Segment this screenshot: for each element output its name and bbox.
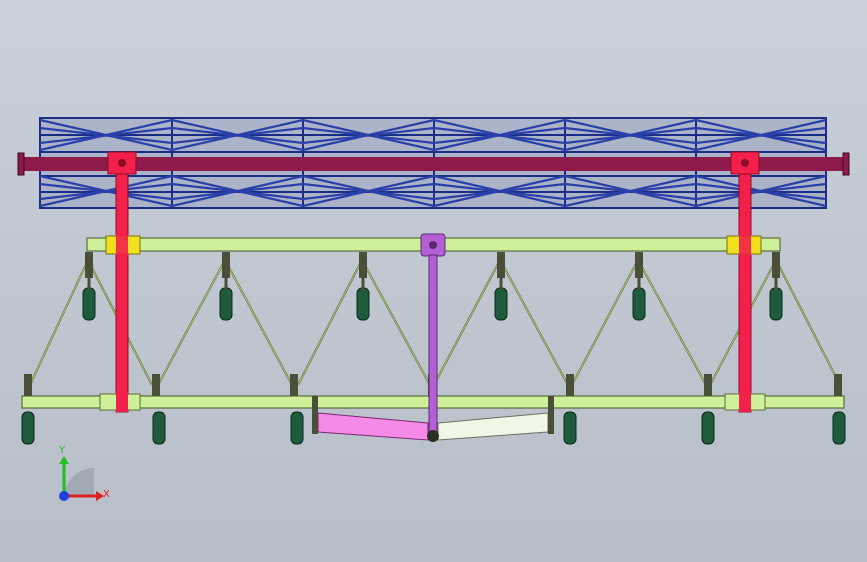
right-bearing-bolt	[741, 159, 749, 167]
drawbar-center-pin	[427, 430, 439, 442]
triad-plane	[64, 467, 94, 496]
lower-tine-4[interactable]	[563, 411, 577, 445]
axis-y-arrow	[59, 456, 69, 464]
upper-tine-4[interactable]	[494, 252, 508, 321]
drawbar-right-hinge	[548, 396, 554, 434]
upper-tine-5[interactable]	[632, 252, 646, 321]
lower-tine-3[interactable]	[290, 411, 304, 445]
roller-shaft-bar	[22, 157, 844, 171]
right-post[interactable]	[738, 159, 752, 413]
left-post-through	[116, 234, 128, 256]
right-post-foot	[739, 392, 751, 412]
drawbar-left-hinge	[312, 396, 318, 434]
left-bearing-bolt	[118, 159, 126, 167]
shaft-end-right	[842, 152, 850, 176]
left-post[interactable]	[115, 159, 129, 413]
left-post-foot	[116, 392, 128, 412]
axis-x-label: X	[103, 489, 110, 500]
axis-z-dot	[59, 491, 69, 501]
lower-tine-1[interactable]	[21, 411, 35, 445]
drawbar-right[interactable]	[437, 412, 549, 441]
shaft-end-left	[17, 152, 25, 176]
harrow-assembly-model[interactable]: X Y	[0, 0, 867, 562]
lower-tine-6[interactable]	[832, 411, 846, 445]
axis-y-label: Y	[58, 445, 66, 456]
upper-tine-6[interactable]	[769, 252, 783, 321]
lower-tine-5[interactable]	[701, 411, 715, 445]
coordinate-triad-icon: X Y	[58, 445, 110, 501]
center-link-bolt	[429, 241, 437, 249]
right-post-through	[739, 234, 751, 256]
lower-tine-2[interactable]	[152, 411, 166, 445]
drawbar-left[interactable]	[317, 412, 429, 441]
cad-viewport[interactable]: X Y	[0, 0, 867, 562]
center-link-rod[interactable]	[428, 254, 438, 434]
upper-tine-2[interactable]	[219, 252, 233, 321]
upper-tine-3[interactable]	[356, 252, 370, 321]
upper-tine-1[interactable]	[82, 252, 96, 321]
